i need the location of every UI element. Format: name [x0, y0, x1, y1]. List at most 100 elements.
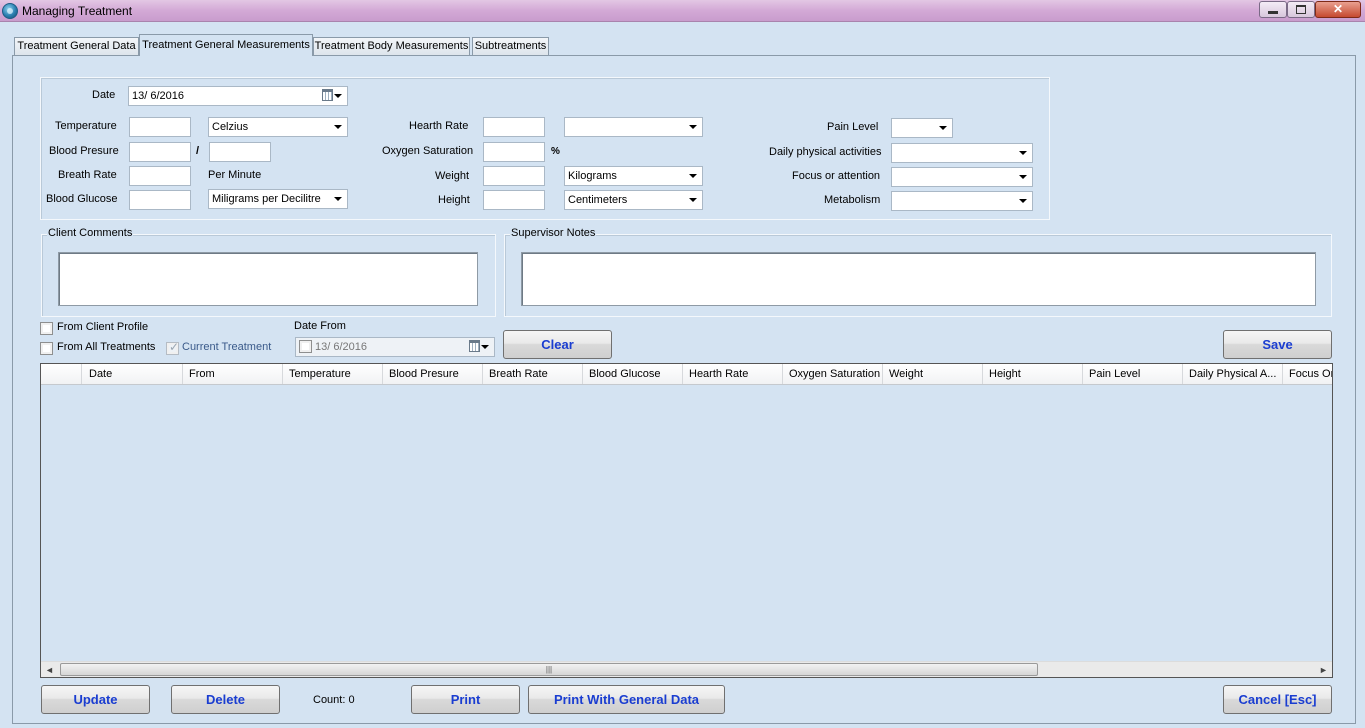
temperature-input[interactable] [129, 117, 191, 137]
date-from-label: Date From [294, 320, 346, 332]
column-header-focus[interactable]: Focus Or [1283, 364, 1332, 384]
metabolism-select[interactable] [891, 191, 1033, 211]
client-comments-textarea[interactable] [58, 252, 478, 306]
chevron-down-icon [689, 125, 697, 129]
oxygen-saturation-input[interactable] [483, 142, 545, 162]
blood-pressure-separator: / [196, 145, 200, 157]
from-all-treatments-label: From All Treatments [57, 341, 156, 353]
title-bar: Managing Treatment ✕ [0, 0, 1365, 22]
breath-rate-unit: Per Minute [208, 169, 262, 181]
height-unit-value: Centimeters [568, 194, 628, 206]
tab-general-data[interactable]: Treatment General Data [14, 37, 139, 55]
save-button[interactable]: Save [1223, 330, 1332, 359]
scroll-thumb[interactable]: ||| [60, 663, 1038, 676]
oxygen-unit: % [551, 146, 560, 157]
column-header-height[interactable]: Height [983, 364, 1083, 384]
date-from-checkbox[interactable] [299, 340, 312, 353]
blood-glucose-label: Blood Glucose [46, 193, 118, 205]
tab-subtreatments[interactable]: Subtreatments [472, 37, 549, 55]
maximize-button[interactable] [1287, 1, 1315, 18]
close-icon: ✕ [1332, 2, 1344, 16]
grid-header: Date From Temperature Blood Presure Brea… [41, 364, 1332, 385]
column-header-blood-pressure[interactable]: Blood Presure [383, 364, 483, 384]
chevron-down-icon [939, 126, 947, 130]
weight-input[interactable] [483, 166, 545, 186]
date-value: 13/ 6/2016 [132, 90, 184, 102]
blood-glucose-unit-select[interactable]: Miligrams per Decilitre [208, 189, 348, 209]
chevron-down-icon [481, 345, 489, 349]
column-header-temperature[interactable]: Temperature [283, 364, 383, 384]
daily-activities-select[interactable] [891, 143, 1033, 163]
height-label: Height [438, 194, 470, 206]
clear-button[interactable]: Clear [503, 330, 612, 359]
chevron-down-icon [689, 174, 697, 178]
client-comments-label: Client Comments [47, 227, 134, 239]
pain-level-label: Pain Level [827, 121, 879, 133]
breath-rate-label: Breath Rate [58, 169, 117, 181]
height-unit-select[interactable]: Centimeters [564, 190, 703, 210]
temperature-unit-select[interactable]: Celzius [208, 117, 348, 137]
chevron-down-icon [334, 125, 342, 129]
chevron-down-icon [689, 198, 697, 202]
column-header-date[interactable]: Date [83, 364, 183, 384]
column-header-weight[interactable]: Weight [883, 364, 983, 384]
blood-glucose-unit-value: Miligrams per Decilitre [212, 193, 321, 205]
current-treatment-label: Current Treatment [182, 341, 272, 353]
print-button[interactable]: Print [411, 685, 520, 714]
blood-pressure-sys-input[interactable] [129, 142, 191, 162]
horizontal-scrollbar[interactable]: ◄ ||| ► [41, 661, 1332, 677]
cancel-button[interactable]: Cancel [Esc] [1223, 685, 1332, 714]
column-header-from[interactable]: From [183, 364, 283, 384]
chevron-down-icon [334, 197, 342, 201]
column-header-blood-glucose[interactable]: Blood Glucose [583, 364, 683, 384]
update-button[interactable]: Update [41, 685, 150, 714]
tab-body-measurements[interactable]: Treatment Body Measurements [313, 37, 470, 55]
blood-pressure-dia-input[interactable] [209, 142, 271, 162]
delete-button[interactable]: Delete [171, 685, 280, 714]
maximize-icon [1296, 5, 1306, 14]
hearth-rate-input[interactable] [483, 117, 545, 137]
close-button[interactable]: ✕ [1315, 1, 1361, 18]
window-title: Managing Treatment [22, 4, 133, 18]
hearth-rate-unit-select[interactable] [564, 117, 703, 137]
column-header-breath-rate[interactable]: Breath Rate [483, 364, 583, 384]
from-client-profile-label: From Client Profile [57, 321, 149, 333]
date-from-picker[interactable]: 13/ 6/2016 [295, 337, 495, 357]
breath-rate-input[interactable] [129, 166, 191, 186]
pain-level-select[interactable] [891, 118, 953, 138]
weight-unit-select[interactable]: Kilograms [564, 166, 703, 186]
height-input[interactable] [483, 190, 545, 210]
supervisor-notes-textarea[interactable] [521, 252, 1316, 306]
scroll-right-icon[interactable]: ► [1315, 662, 1332, 677]
focus-select[interactable] [891, 167, 1033, 187]
chevron-down-icon [334, 94, 342, 98]
blood-pressure-label: Blood Presure [49, 145, 119, 157]
temperature-label: Temperature [55, 120, 117, 132]
column-header-pain-level[interactable]: Pain Level [1083, 364, 1183, 384]
weight-unit-value: Kilograms [568, 170, 617, 182]
from-client-profile-checkbox[interactable] [40, 322, 53, 335]
current-treatment-checkbox[interactable]: ✓ [166, 340, 180, 355]
calendar-icon [469, 340, 480, 352]
check-icon: ✓ [169, 340, 180, 354]
column-header-daily-physical[interactable]: Daily Physical A... [1183, 364, 1283, 384]
focus-label: Focus or attention [792, 170, 881, 182]
oxygen-saturation-label: Oxygen Saturation [382, 145, 474, 157]
column-header-hearth-rate[interactable]: Hearth Rate [683, 364, 783, 384]
calendar-icon [322, 89, 333, 101]
from-all-treatments-checkbox[interactable] [40, 342, 53, 355]
scroll-left-icon[interactable]: ◄ [41, 662, 58, 677]
weight-label: Weight [435, 170, 470, 182]
chevron-down-icon [1019, 151, 1027, 155]
date-picker[interactable]: 13/ 6/2016 [128, 86, 348, 106]
blood-glucose-input[interactable] [129, 190, 191, 210]
column-header-oxygen-saturation[interactable]: Oxygen Saturation [783, 364, 883, 384]
print-with-general-data-button[interactable]: Print With General Data [528, 685, 725, 714]
tab-general-measurements[interactable]: Treatment General Measurements [139, 34, 313, 56]
date-from-value: 13/ 6/2016 [315, 341, 367, 353]
metabolism-label: Metabolism [824, 194, 881, 206]
minimize-button[interactable] [1259, 1, 1287, 18]
chevron-down-icon [1019, 199, 1027, 203]
measurements-grid[interactable]: Date From Temperature Blood Presure Brea… [40, 363, 1333, 678]
hearth-rate-label: Hearth Rate [409, 120, 469, 132]
